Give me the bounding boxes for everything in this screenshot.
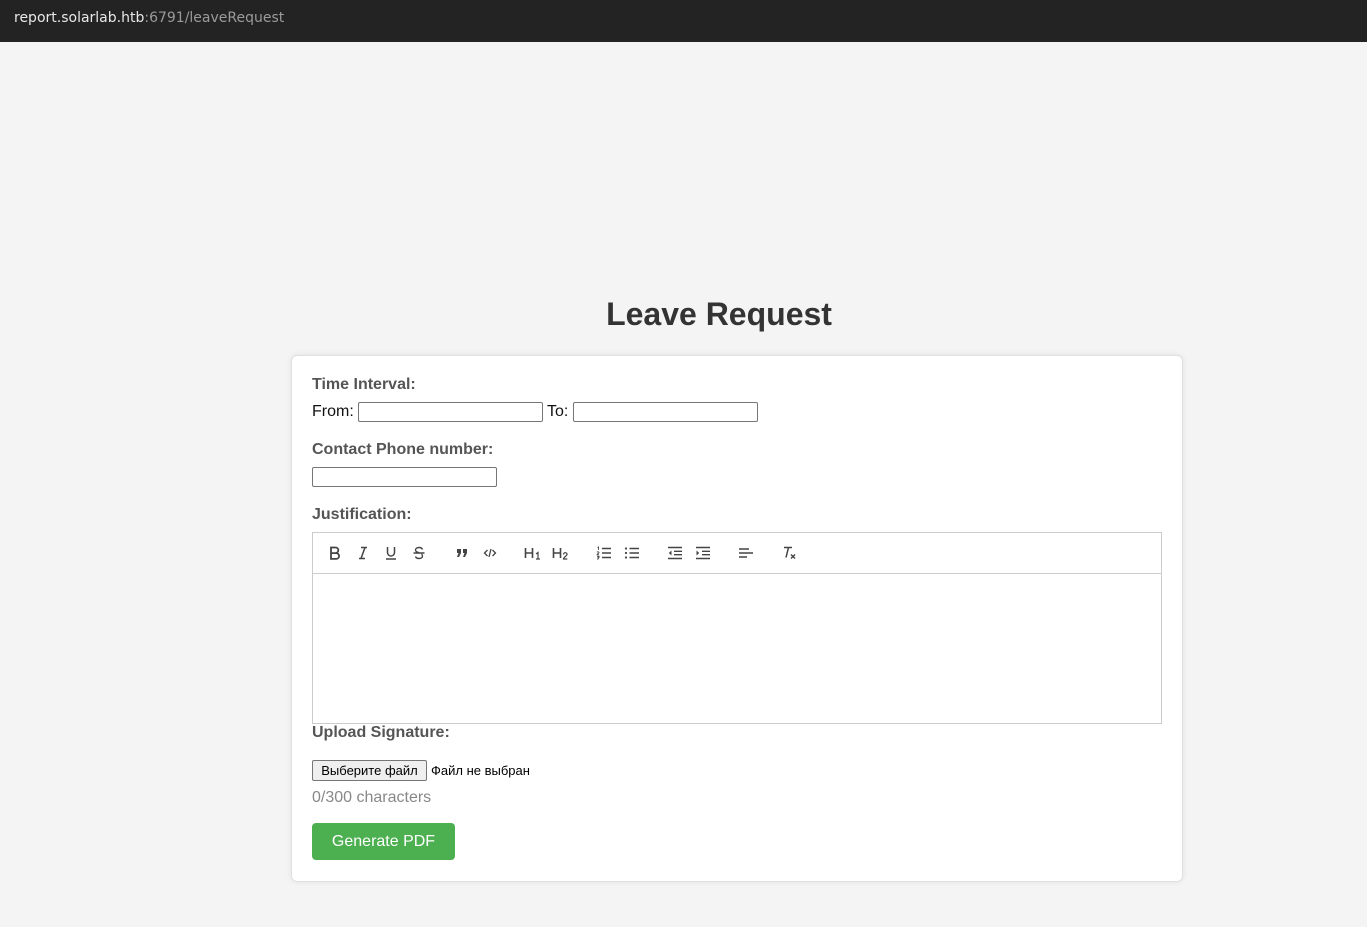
blockquote-icon[interactable] (450, 542, 474, 564)
url-host: report.solarlab.htb (14, 10, 145, 26)
address-bar[interactable]: report.solarlab.htb:6791/leaveRequest (0, 0, 1367, 42)
justification-label: Justification: (312, 506, 412, 523)
generate-pdf-button[interactable]: Generate PDF (312, 823, 455, 860)
choose-file-button[interactable]: Выберите файл (312, 760, 427, 781)
to-date-input[interactable] (573, 402, 758, 422)
character-counter: 0/300 characters (312, 789, 432, 806)
file-status-text: Файл не выбран (431, 763, 530, 778)
editor-toolbar (312, 532, 1162, 574)
phone-input[interactable] (312, 467, 497, 487)
page-title: Leave Request (606, 296, 832, 332)
from-label: From: (312, 403, 354, 420)
strike-icon[interactable] (407, 542, 431, 564)
header-2-icon[interactable] (549, 542, 573, 564)
ordered-list-icon[interactable] (592, 542, 616, 564)
bullet-list-icon[interactable] (620, 542, 644, 564)
phone-label: Contact Phone number: (312, 441, 494, 458)
underline-icon[interactable] (379, 542, 403, 564)
from-date-input[interactable] (358, 402, 543, 422)
header-1-icon[interactable] (521, 542, 545, 564)
to-label: To: (547, 403, 569, 420)
time-interval-label: Time Interval: (312, 376, 416, 393)
bold-icon[interactable] (323, 542, 347, 564)
outdent-icon[interactable] (663, 542, 687, 564)
code-block-icon[interactable] (478, 542, 502, 564)
upload-signature-label: Upload Signature: (312, 724, 450, 741)
align-icon[interactable] (734, 542, 758, 564)
clear-format-icon[interactable] (777, 542, 801, 564)
justification-editor[interactable] (312, 573, 1162, 724)
italic-icon[interactable] (351, 542, 375, 564)
leave-request-form: Time Interval: From: To: Contact Phone n… (291, 355, 1183, 882)
url-path: :6791/leaveRequest (144, 10, 285, 26)
indent-icon[interactable] (691, 542, 715, 564)
